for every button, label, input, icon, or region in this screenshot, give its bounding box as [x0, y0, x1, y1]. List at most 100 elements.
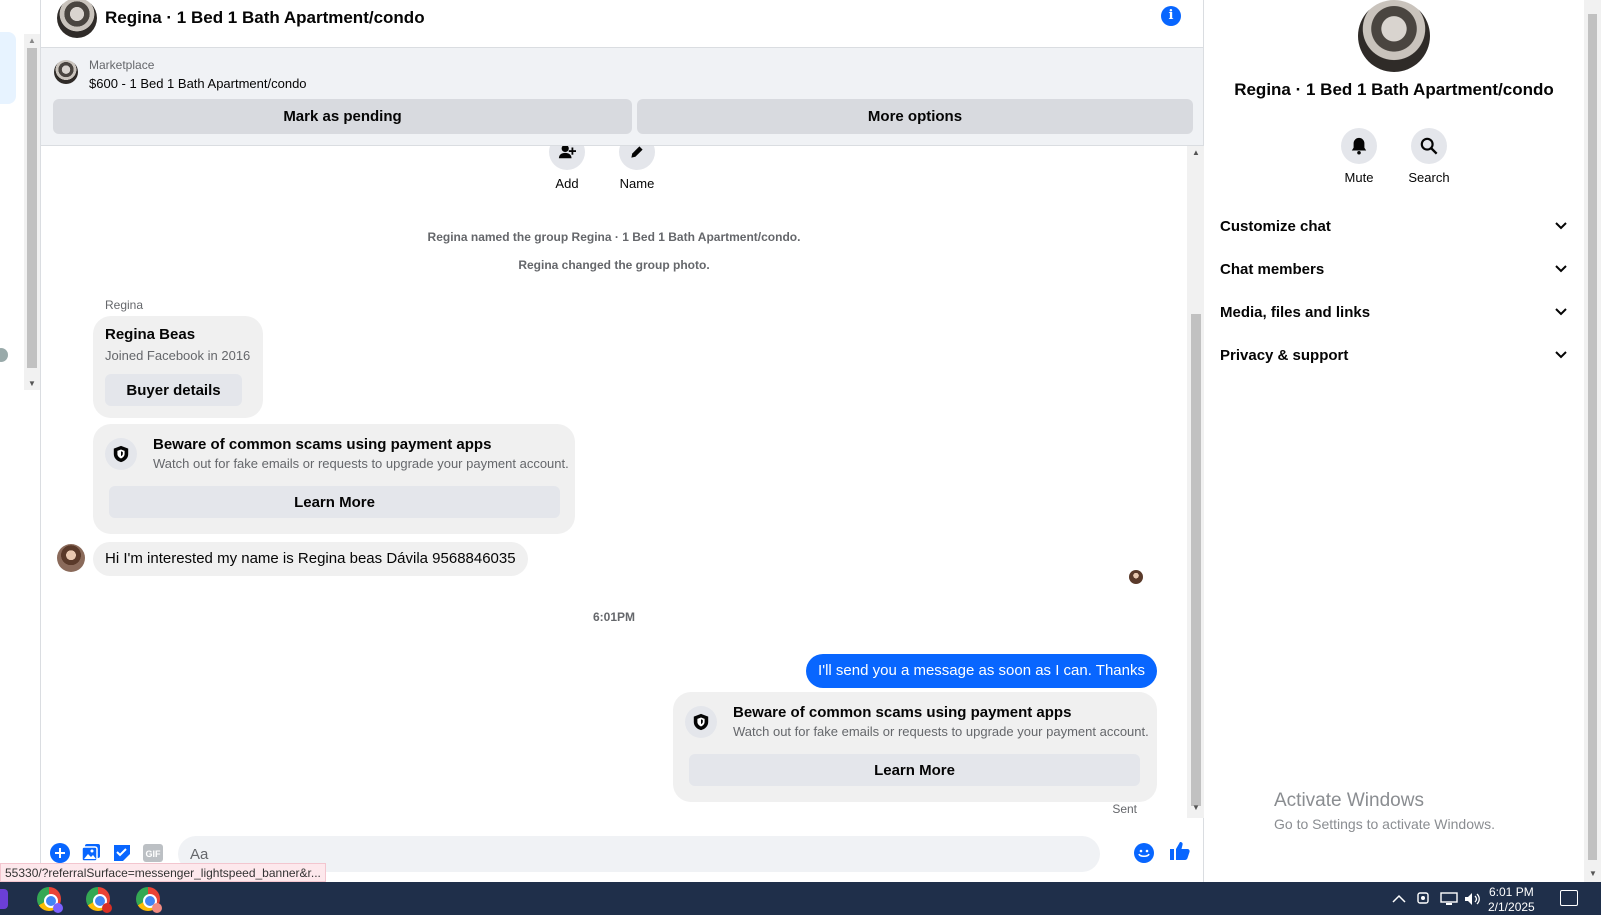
chrome-profile-icon[interactable] — [86, 887, 112, 913]
system-message: Regina named the group Regina · 1 Bed 1 … — [427, 230, 801, 244]
chat-header: Regina · 1 Bed 1 Bath Apartment/condo i — [41, 0, 1203, 48]
search-label: Search — [1408, 170, 1450, 185]
left-panel-edge — [0, 0, 24, 882]
rename-action[interactable]: Name — [607, 146, 667, 191]
more-options-button[interactable]: More options — [637, 99, 1193, 134]
clock-date: 2/1/2025 — [1488, 900, 1535, 914]
marketplace-banner: Marketplace $600 - 1 Bed 1 Bath Apartmen… — [41, 48, 1203, 146]
profile-joined: Joined Facebook in 2016 — [105, 348, 251, 363]
scam-warning-description: Watch out for fake emails or requests to… — [153, 456, 569, 471]
group-avatar-large[interactable] — [1358, 0, 1430, 72]
read-receipt-avatar — [1129, 570, 1143, 584]
add-label: Add — [555, 176, 579, 191]
selected-conversation-edge[interactable] — [0, 32, 16, 104]
shield-icon — [105, 438, 137, 470]
mark-as-pending-button[interactable]: Mark as pending — [53, 99, 632, 134]
clock-time: 6:01 PM — [1489, 885, 1534, 899]
learn-more-button[interactable]: Learn More — [689, 754, 1140, 786]
profile-name: Regina Beas — [105, 326, 196, 343]
privacy-support-section[interactable]: Privacy & support — [1220, 335, 1568, 375]
message-scrollbar[interactable]: ▲ ▼ — [1187, 146, 1205, 818]
scrollbar-thumb[interactable] — [1191, 314, 1201, 806]
sender-avatar[interactable] — [57, 544, 85, 572]
scroll-up-arrow-icon[interactable]: ▲ — [28, 36, 36, 45]
volume-icon[interactable] — [1464, 882, 1482, 915]
svg-text:GIF: GIF — [146, 849, 162, 859]
incoming-message[interactable]: Hi I'm interested my name is Regina beas… — [93, 542, 528, 576]
left-scrollbar[interactable]: ▲ ▼ — [24, 34, 40, 390]
bell-icon — [1341, 128, 1377, 164]
windows-taskbar: 6:01 PM 2/1/2025 — [0, 882, 1601, 915]
media-files-links-section[interactable]: Media, files and links — [1220, 292, 1568, 332]
scam-warning-title: Beware of common scams using payment app… — [733, 704, 1072, 721]
chat-title[interactable]: Regina · 1 Bed 1 Bath Apartment/condo — [105, 8, 425, 28]
scam-warning-card: Beware of common scams using payment app… — [93, 424, 575, 534]
sidebar-title: Regina · 1 Bed 1 Bath Apartment/condo — [1234, 80, 1554, 99]
outgoing-message[interactable]: I'll send you a message as soon as I can… — [806, 654, 1157, 688]
listing-title[interactable]: $600 - 1 Bed 1 Bath Apartment/condo — [89, 76, 307, 91]
section-label: Privacy & support — [1220, 346, 1349, 364]
buyer-profile-card: Regina Beas Joined Facebook in 2016 Buye… — [93, 316, 263, 418]
pencil-icon — [619, 146, 655, 170]
scrollbar-thumb[interactable] — [1588, 14, 1597, 860]
emoji-icon[interactable] — [1133, 842, 1155, 864]
learn-more-button[interactable]: Learn More — [109, 486, 560, 518]
network-icon[interactable] — [1440, 882, 1458, 915]
scroll-up-arrow-icon[interactable]: ▲ — [1192, 148, 1200, 157]
section-label: Customize chat — [1220, 217, 1331, 235]
taskbar-clock[interactable]: 6:01 PM 2/1/2025 — [1488, 885, 1535, 915]
shield-icon — [685, 706, 717, 738]
chevron-down-icon — [1554, 305, 1568, 319]
watermark-title: Activate Windows — [1274, 790, 1424, 811]
search-action[interactable]: Search — [1394, 128, 1464, 185]
scam-warning-title: Beware of common scams using payment app… — [153, 436, 492, 453]
chevron-down-icon — [1554, 219, 1568, 233]
chat-info-sidebar: Regina · 1 Bed 1 Bath Apartment/condo Mu… — [1204, 0, 1584, 882]
scam-warning-card: Beware of common scams using payment app… — [673, 692, 1157, 802]
section-label: Media, files and links — [1220, 303, 1371, 321]
message-list: Add Name Regina named the group Regina ·… — [41, 146, 1187, 814]
scrollbar-thumb[interactable] — [27, 48, 37, 368]
gif-icon[interactable]: GIF — [142, 842, 164, 864]
plus-circle-icon[interactable] — [49, 842, 71, 864]
customize-chat-section[interactable]: Customize chat — [1220, 206, 1568, 246]
marketplace-label: Marketplace — [89, 58, 155, 72]
info-icon[interactable]: i — [1161, 6, 1181, 26]
name-label: Name — [619, 176, 655, 191]
tray-chevron-icon[interactable] — [1392, 882, 1406, 915]
chevron-down-icon — [1554, 262, 1568, 276]
mute-label: Mute — [1344, 170, 1374, 185]
chat-panel: Regina · 1 Bed 1 Bath Apartment/condo i … — [40, 0, 1205, 882]
sticker-icon[interactable] — [111, 842, 133, 864]
notification-icon[interactable] — [1560, 890, 1578, 906]
timestamp: 6:01PM — [592, 610, 636, 624]
system-message: Regina changed the group photo. — [518, 258, 710, 272]
photo-icon[interactable] — [80, 842, 102, 864]
status-url-tooltip: 55330/?referralSurface=messenger_lightsp… — [0, 863, 326, 882]
search-icon — [1411, 128, 1447, 164]
add-person-icon — [549, 146, 585, 170]
chrome-profile-icon[interactable] — [37, 887, 63, 913]
chevron-down-icon — [1554, 348, 1568, 362]
meet-now-icon[interactable] — [1416, 882, 1430, 915]
sender-name: Regina — [105, 298, 144, 312]
buyer-details-button[interactable]: Buyer details — [105, 374, 242, 406]
chat-members-section[interactable]: Chat members — [1220, 249, 1568, 289]
scroll-down-arrow-icon[interactable]: ▼ — [28, 379, 36, 388]
like-icon[interactable] — [1169, 840, 1191, 862]
scroll-down-arrow-icon[interactable]: ▼ — [1192, 803, 1200, 812]
avatar — [0, 348, 8, 362]
scam-warning-description: Watch out for fake emails or requests to… — [733, 724, 1149, 739]
chrome-profile-icon[interactable] — [136, 887, 162, 913]
mute-action[interactable]: Mute — [1324, 128, 1394, 185]
app-icon[interactable] — [0, 889, 8, 909]
listing-thumbnail[interactable] — [54, 60, 78, 84]
section-label: Chat members — [1220, 260, 1325, 278]
message-status: Sent — [1112, 802, 1137, 814]
scroll-down-arrow-icon[interactable]: ▼ — [1589, 869, 1597, 878]
watermark-subtitle: Go to Settings to activate Windows. — [1274, 816, 1495, 832]
activate-windows-watermark: Activate Windows Go to Settings to activ… — [1274, 790, 1495, 832]
add-people-action[interactable]: Add — [537, 146, 597, 191]
page-scrollbar[interactable]: ▼ — [1584, 0, 1601, 882]
group-avatar[interactable] — [57, 0, 97, 38]
